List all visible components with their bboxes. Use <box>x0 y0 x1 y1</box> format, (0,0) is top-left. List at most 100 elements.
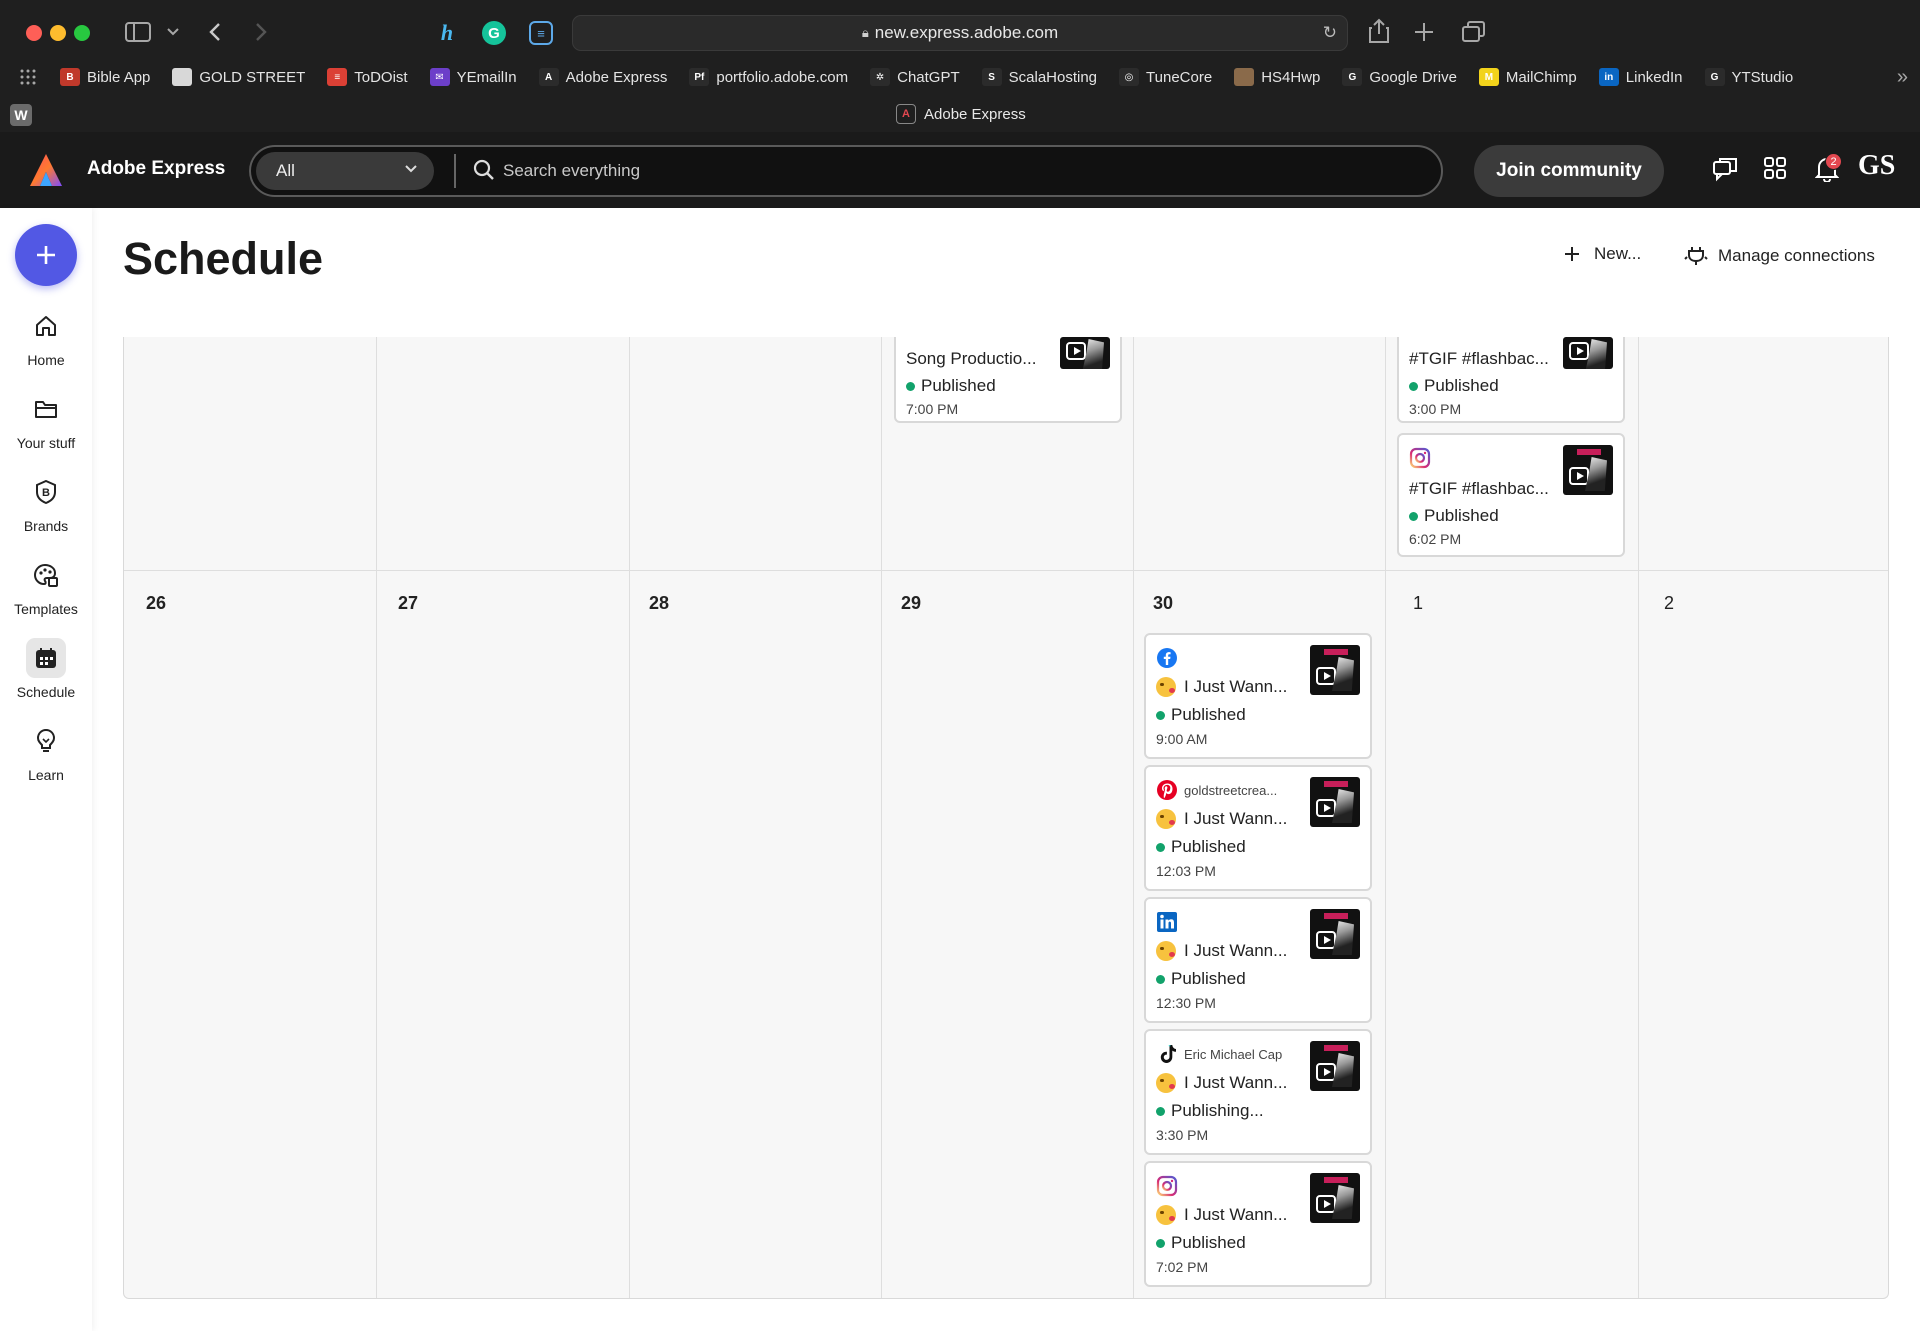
post-thumbnail <box>1310 1173 1360 1223</box>
search-filter-dropdown[interactable]: All <box>256 152 434 190</box>
post-network <box>1156 911 1178 933</box>
status-dot <box>1156 1238 1165 1248</box>
bookmark-item[interactable]: A Adobe Express <box>538 68 667 86</box>
bookmark-item[interactable]: S ScalaHosting <box>981 68 1098 86</box>
post-status: Publishing... <box>1156 1101 1264 1121</box>
video-icon <box>1066 342 1086 360</box>
bookmark-item[interactable]: GOLD STREET <box>172 68 305 86</box>
adobe-express-logo[interactable] <box>28 152 64 188</box>
bookmark-item[interactable]: M MailChimp <box>1478 68 1577 86</box>
day-number: 26 <box>146 593 167 613</box>
search-input[interactable] <box>503 155 1203 187</box>
post-title: I Just Wann... <box>1156 809 1287 829</box>
sidebar-item-label: Templates <box>14 601 78 617</box>
post-card[interactable]: #TGIF #flashbac... Published 6:02 PM <box>1397 433 1625 557</box>
search-icon <box>473 159 494 180</box>
tab-adobe-express[interactable]: A Adobe Express <box>896 104 1026 124</box>
bookmark-label: ScalaHosting <box>1008 68 1098 86</box>
new-post-button[interactable]: New... <box>1564 244 1641 264</box>
bookmark-item[interactable]: in LinkedIn <box>1598 68 1683 86</box>
post-card[interactable]: I Just Wann... Published 9:00 AM <box>1144 633 1372 759</box>
apps-grid-icon[interactable] <box>20 69 36 85</box>
bookmark-favicon-icon: ≡ <box>327 68 348 86</box>
create-button[interactable] <box>15 224 77 286</box>
new-tab-icon[interactable] <box>1414 22 1434 42</box>
post-thumbnail <box>1563 445 1613 495</box>
status-dot <box>906 381 915 391</box>
post-title: I Just Wann... <box>1156 1073 1287 1093</box>
post-time: 9:00 AM <box>1156 731 1208 747</box>
folder-icon <box>35 401 57 418</box>
reload-icon[interactable]: ↻ <box>1323 23 1337 43</box>
bookmark-item[interactable]: HS4Hwp <box>1234 68 1320 86</box>
bookmark-label: ChatGPT <box>897 68 960 86</box>
manage-connections-button[interactable]: Manage connections <box>1684 244 1875 268</box>
linkedin-icon <box>1157 912 1177 932</box>
sidebar-item-learn[interactable]: Learn <box>0 721 92 783</box>
avatar[interactable]: GS <box>1858 150 1895 182</box>
tab-group-icon[interactable]: W <box>10 104 32 126</box>
bookmark-item[interactable]: G YTStudio <box>1704 68 1793 86</box>
zoom-window-button[interactable] <box>74 25 90 41</box>
post-network: Eric Michael Cap <box>1156 1043 1282 1065</box>
honey-extension-icon[interactable]: h <box>435 20 459 45</box>
more-bookmarks-icon[interactable]: » <box>1897 66 1908 89</box>
post-thumbnail <box>1563 337 1613 369</box>
global-search: All <box>249 145 1443 197</box>
post-card[interactable]: goldstreetcrea... I Just Wann... Publish… <box>1144 765 1372 891</box>
post-card[interactable]: #TGIF #flashbac... Published 3:00 PM <box>1397 337 1625 423</box>
post-title: I Just Wann... <box>1156 1205 1287 1225</box>
grammarly-extension-icon[interactable]: G <box>482 21 506 45</box>
svg-text:B: B <box>42 487 50 499</box>
schedule-calendar: Song Productio... Published 7:00 PM #TGI… <box>123 337 1889 1299</box>
sidebar-item-schedule[interactable]: Schedule <box>0 638 92 700</box>
post-card[interactable]: Song Productio... Published 7:00 PM <box>894 337 1122 423</box>
bookmark-item[interactable]: Pf portfolio.adobe.com <box>689 68 848 86</box>
bookmark-item[interactable]: ✲ ChatGPT <box>870 68 960 86</box>
minimize-window-button[interactable] <box>50 25 66 41</box>
post-card[interactable]: I Just Wann... Published 12:30 PM <box>1144 897 1372 1023</box>
bookmark-item[interactable]: ≡ ToDOist <box>327 68 408 86</box>
bookmark-item[interactable]: ◎ TuneCore <box>1119 68 1212 86</box>
sidebar-item-home[interactable]: Home <box>0 306 92 368</box>
todoist-extension-icon[interactable]: ≡ <box>529 21 553 45</box>
sidebar-item-label: Brands <box>23 518 69 534</box>
tiktok-icon <box>1160 1045 1176 1063</box>
bookmark-item[interactable]: B Bible App <box>60 68 150 86</box>
close-window-button[interactable] <box>26 25 42 41</box>
chevron-down-icon[interactable] <box>167 28 179 36</box>
join-community-button[interactable]: Join community <box>1474 145 1664 197</box>
post-card[interactable]: I Just Wann... Published 7:02 PM <box>1144 1161 1372 1287</box>
post-time: 12:30 PM <box>1156 995 1216 1011</box>
post-card[interactable]: Eric Michael Cap I Just Wann... Publishi… <box>1144 1029 1372 1155</box>
post-status: Published <box>1409 376 1499 396</box>
post-thumbnail <box>1310 777 1360 827</box>
post-thumbnail <box>1310 645 1360 695</box>
sidebar-toggle-icon[interactable] <box>125 22 151 42</box>
kiss-emoji-icon <box>1156 677 1176 697</box>
forward-icon[interactable] <box>255 22 267 42</box>
app-header: Adobe Express All Join community 2 GS <box>0 132 1920 208</box>
post-status: Published <box>1156 969 1246 989</box>
instagram-icon <box>1409 447 1431 469</box>
sidebar-item-brands[interactable]: B Brands <box>0 472 92 534</box>
share-icon[interactable] <box>1368 18 1390 44</box>
page-title: Schedule <box>123 233 324 284</box>
apps-icon[interactable] <box>1763 156 1787 180</box>
bookmark-label: ToDOist <box>354 68 408 86</box>
tab-bar: W A Adobe Express <box>0 100 1920 132</box>
tab-overview-icon[interactable] <box>1462 21 1486 43</box>
plug-icon <box>1684 247 1708 265</box>
brand-icon: B <box>36 480 56 504</box>
bookmark-item[interactable]: G Google Drive <box>1342 68 1457 86</box>
back-icon[interactable] <box>209 22 221 42</box>
video-icon <box>1316 1063 1336 1081</box>
sidebar-item-templates[interactable]: Templates <box>0 555 92 617</box>
address-bar[interactable]: 🔒︎ new.express.adobe.com ↻ <box>572 15 1348 51</box>
post-account: Eric Michael Cap <box>1184 1046 1283 1062</box>
status-dot <box>1409 381 1418 391</box>
chat-icon[interactable] <box>1712 156 1738 182</box>
bookmark-favicon-icon: in <box>1598 68 1619 86</box>
bookmark-item[interactable]: ✉ YEmailIn <box>429 68 517 86</box>
sidebar-item-your-stuff[interactable]: Your stuff <box>0 389 92 451</box>
